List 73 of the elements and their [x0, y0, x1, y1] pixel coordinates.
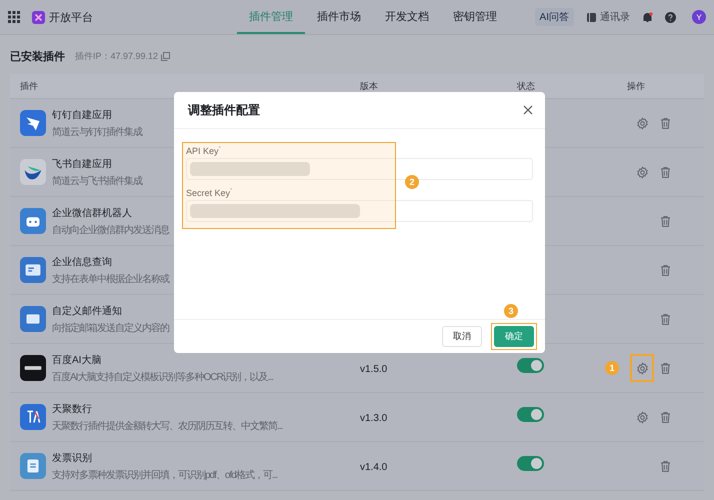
- status-toggle[interactable]: [517, 358, 544, 373]
- delete-icon[interactable]: [659, 410, 672, 424]
- version-text: v1.3.0: [360, 413, 388, 424]
- app-title: 开放平台: [49, 10, 94, 24]
- nav-tab[interactable]: 插件市场: [305, 0, 373, 34]
- bell-icon[interactable]: [642, 12, 653, 22]
- plugin-description: 自动向企业微信群内发送消息: [52, 224, 169, 236]
- column-header: 版本: [360, 80, 379, 92]
- book-icon: [586, 12, 597, 22]
- copy-icon[interactable]: [161, 52, 170, 61]
- plugin-description: 天聚数行插件提供金额转大写、农历阴历互转、中文繁简...: [52, 420, 282, 432]
- column-header: 操作: [627, 80, 646, 92]
- delete-icon[interactable]: [659, 116, 672, 130]
- plugin-name: 企业信息查询: [52, 256, 113, 268]
- plugin-description: 支持对多票种发票识别并回填，可识别pdf、ofd格式，可...: [52, 468, 278, 482]
- column-header: 插件: [20, 80, 39, 92]
- field-label: Secret Key$^{*}$: [186, 188, 234, 198]
- step-badge: 3: [504, 304, 518, 318]
- plugin-name: 钉钉自建应用: [52, 108, 113, 122]
- card-app-icon: [20, 257, 46, 283]
- status-toggle[interactable]: [517, 456, 544, 471]
- close-icon[interactable]: [523, 105, 533, 115]
- nav-tab[interactable]: 密钥管理: [441, 0, 509, 34]
- plugin-name: 企业微信群机器人: [52, 206, 133, 220]
- robot-app-icon: [20, 208, 46, 234]
- input-field[interactable]: [186, 200, 533, 222]
- delete-icon[interactable]: [659, 166, 672, 178]
- user-avatar[interactable]: Y: [692, 10, 706, 24]
- delete-icon[interactable]: [659, 214, 672, 228]
- plugin-ip: 插件IP：47.97.99.12: [75, 50, 158, 63]
- settings-button[interactable]: [630, 354, 654, 382]
- section-title: 已安装插件: [10, 50, 65, 64]
- confirm-button[interactable]: 确定: [494, 326, 534, 347]
- apps-grid-icon[interactable]: [8, 11, 20, 23]
- cancel-button[interactable]: 取消: [442, 326, 482, 347]
- logo-icon: [32, 10, 45, 24]
- version-text: v1.4.0: [360, 462, 388, 473]
- pen-app-icon: [20, 404, 46, 430]
- step-badge: 2: [405, 175, 419, 189]
- plugin-description: 简道云与钉钉插件集成: [52, 126, 142, 138]
- plugin-name: 飞书自建应用: [52, 158, 113, 170]
- bird-app-icon: [20, 110, 46, 136]
- input-field[interactable]: [186, 158, 533, 180]
- settings-icon[interactable]: [636, 410, 648, 424]
- settings-icon[interactable]: [636, 166, 648, 178]
- dialog-title: 调整插件配置: [188, 102, 260, 118]
- ai-qa-button[interactable]: AI问答: [534, 8, 574, 26]
- plugin-name: 天聚数行: [52, 402, 93, 416]
- plugin-name: 发票识别: [52, 452, 93, 464]
- plugin-name: 自定义邮件通知: [52, 304, 123, 318]
- step-badge: 1: [605, 361, 619, 375]
- nav-tab[interactable]: 开发文档: [373, 0, 441, 34]
- receipt-app-icon: [20, 453, 46, 479]
- settings-icon[interactable]: [636, 116, 648, 130]
- status-toggle[interactable]: [517, 407, 544, 422]
- settings-icon[interactable]: [636, 362, 648, 374]
- envelope-app-icon: [20, 306, 46, 332]
- plugin-description: 支持在表单中根据企业名称或: [52, 272, 169, 286]
- delete-icon[interactable]: [659, 362, 672, 374]
- plugin-name: 百度AI大脑: [52, 354, 102, 366]
- plugin-description: 百度AI大脑支持自定义模板识别等多种OCR识别，以及...: [52, 370, 274, 384]
- column-header: 状态: [517, 80, 536, 92]
- plugin-description: 简道云与飞书插件集成: [52, 174, 142, 188]
- wing-app-icon: [20, 159, 46, 185]
- brand-app-icon: [20, 355, 46, 381]
- delete-icon[interactable]: [659, 460, 672, 472]
- help-icon[interactable]: [665, 12, 676, 22]
- contacts-link[interactable]: 通讯录: [600, 10, 630, 24]
- field-label: API Key$^{*}$: [186, 146, 222, 156]
- plugin-description: 向指定邮箱发送自定义内容的: [52, 322, 169, 334]
- version-text: v1.5.0: [360, 364, 388, 375]
- delete-icon[interactable]: [659, 264, 672, 276]
- delete-icon[interactable]: [659, 312, 672, 326]
